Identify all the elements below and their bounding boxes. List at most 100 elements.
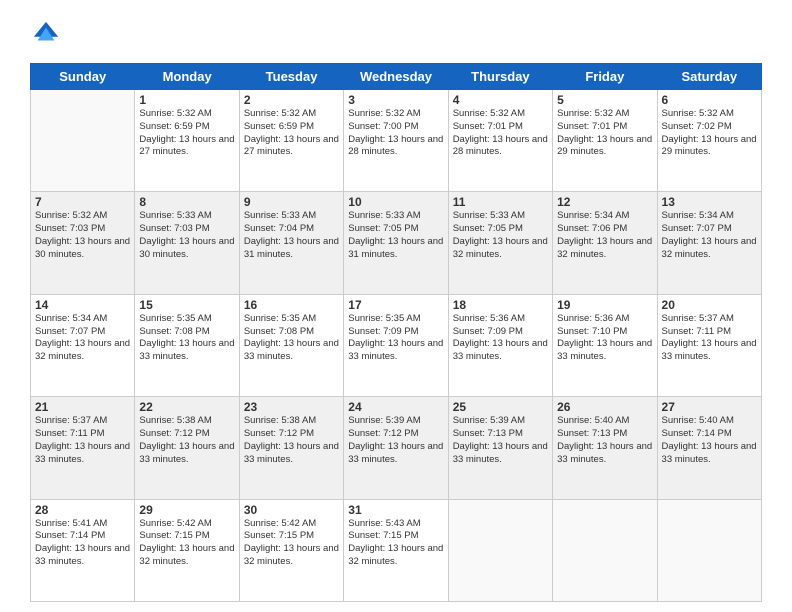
calendar-cell: 4Sunrise: 5:32 AMSunset: 7:01 PMDaylight… — [448, 90, 552, 192]
calendar-cell: 31Sunrise: 5:43 AMSunset: 7:15 PMDayligh… — [344, 499, 448, 601]
day-number: 31 — [348, 503, 443, 517]
sunrise-line: Sunrise: 5:32 AM — [348, 108, 443, 121]
calendar-cell: 30Sunrise: 5:42 AMSunset: 7:15 PMDayligh… — [239, 499, 343, 601]
sunset-line: Sunset: 7:02 PM — [662, 121, 757, 134]
day-number: 6 — [662, 93, 757, 107]
daylight-line: Daylight: 13 hours and 33 minutes. — [453, 338, 548, 364]
daylight-line: Daylight: 13 hours and 33 minutes. — [35, 441, 130, 467]
calendar-week-row: 7Sunrise: 5:32 AM Sunset: 7:03 PM Daylight… — [31, 192, 762, 294]
weekday-header-tuesday: Tuesday — [239, 64, 343, 90]
daylight-line: Daylight: 13 hours and 29 minutes. — [662, 134, 757, 160]
calendar-cell — [553, 499, 657, 601]
calendar-week-row: 21Sunrise: 5:37 AMSunset: 7:11 PMDayligh… — [31, 397, 762, 499]
daylight-line: Daylight: 13 hours and 32 minutes. — [139, 543, 234, 569]
calendar-cell: 21Sunrise: 5:37 AMSunset: 7:11 PMDayligh… — [31, 397, 135, 499]
logo-icon — [32, 20, 60, 48]
day-number: 22 — [139, 400, 234, 414]
daylight-line: Daylight: 13 hours and 33 minutes. — [244, 441, 339, 467]
calendar-cell: 12Sunrise: 5:34 AMSunset: 7:06 PMDayligh… — [553, 192, 657, 294]
daylight-line: Daylight: 13 hours and 33 minutes. — [35, 543, 130, 569]
daylight-line: Daylight: 13 hours and 33 minutes. — [139, 338, 234, 364]
calendar-table: SundayMondayTuesdayWednesdayThursdayFrid… — [30, 63, 762, 602]
header — [30, 20, 762, 53]
calendar-cell: 8Sunrise: 5:33 AMSunset: 7:03 PMDaylight… — [135, 192, 239, 294]
page: SundayMondayTuesdayWednesdayThursdayFrid… — [0, 0, 792, 612]
sunrise-line: Sunrise: 5:32 AM — [35, 210, 130, 223]
day-number: 21 — [35, 400, 130, 414]
sunrise-line: Sunrise: 5:40 AM — [557, 415, 652, 428]
sunset-line: Sunset: 7:08 PM — [244, 326, 339, 339]
sunrise-line: Sunrise: 5:34 AM — [35, 313, 130, 326]
sunset-line: Sunset: 7:15 PM — [244, 530, 339, 543]
sunset-line: Sunset: 7:13 PM — [453, 428, 548, 441]
calendar-cell: 22Sunrise: 5:38 AMSunset: 7:12 PMDayligh… — [135, 397, 239, 499]
sunrise-line: Sunrise: 5:41 AM — [35, 518, 130, 531]
calendar-cell: 10Sunrise: 5:33 AMSunset: 7:05 PMDayligh… — [344, 192, 448, 294]
day-number: 2 — [244, 93, 339, 107]
day-number: 15 — [139, 298, 234, 312]
daylight-line: Daylight: 13 hours and 33 minutes. — [662, 338, 757, 364]
sunset-line: Sunset: 7:11 PM — [35, 428, 130, 441]
calendar-cell: 1Sunrise: 5:32 AMSunset: 6:59 PMDaylight… — [135, 90, 239, 192]
daylight-line: Daylight: 13 hours and 31 minutes. — [244, 236, 339, 262]
daylight-line: Daylight: 13 hours and 28 minutes. — [348, 134, 443, 160]
day-number: 9 — [244, 195, 339, 209]
calendar-cell: 6Sunrise: 5:32 AMSunset: 7:02 PMDaylight… — [657, 90, 761, 192]
calendar-cell: 26Sunrise: 5:40 AMSunset: 7:13 PMDayligh… — [553, 397, 657, 499]
daylight-line: Daylight: 13 hours and 28 minutes. — [453, 134, 548, 160]
day-number: 11 — [453, 195, 548, 209]
calendar-cell: 17Sunrise: 5:35 AMSunset: 7:09 PMDayligh… — [344, 294, 448, 396]
calendar-cell: 7Sunrise: 5:32 AMSunset: 7:03 PMDaylight… — [31, 192, 135, 294]
day-number: 5 — [557, 93, 652, 107]
day-number: 24 — [348, 400, 443, 414]
sunset-line: Sunset: 7:12 PM — [244, 428, 339, 441]
sunset-line: Sunset: 7:11 PM — [662, 326, 757, 339]
day-number: 29 — [139, 503, 234, 517]
calendar-cell: 18Sunrise: 5:36 AMSunset: 7:09 PMDayligh… — [448, 294, 552, 396]
day-number: 23 — [244, 400, 339, 414]
sunset-line: Sunset: 7:03 PM — [139, 223, 234, 236]
weekday-header-friday: Friday — [553, 64, 657, 90]
weekday-header-saturday: Saturday — [657, 64, 761, 90]
sunrise-line: Sunrise: 5:32 AM — [662, 108, 757, 121]
daylight-line: Daylight: 13 hours and 33 minutes. — [557, 338, 652, 364]
sunset-line: Sunset: 7:10 PM — [557, 326, 652, 339]
sunrise-line: Sunrise: 5:39 AM — [453, 415, 548, 428]
daylight-line: Daylight: 13 hours and 33 minutes. — [244, 338, 339, 364]
daylight-line: Daylight: 13 hours and 32 minutes. — [348, 543, 443, 569]
day-number: 7 — [35, 195, 130, 209]
day-number: 1 — [139, 93, 234, 107]
weekday-header-wednesday: Wednesday — [344, 64, 448, 90]
daylight-line: Daylight: 13 hours and 27 minutes. — [244, 134, 339, 160]
sunset-line: Sunset: 7:09 PM — [348, 326, 443, 339]
day-number: 20 — [662, 298, 757, 312]
weekday-header-sunday: Sunday — [31, 64, 135, 90]
day-number: 16 — [244, 298, 339, 312]
calendar-cell: 20Sunrise: 5:37 AMSunset: 7:11 PMDayligh… — [657, 294, 761, 396]
sunset-line: Sunset: 7:07 PM — [35, 326, 130, 339]
sunrise-line: Sunrise: 5:43 AM — [348, 518, 443, 531]
sunset-line: Sunset: 7:04 PM — [244, 223, 339, 236]
calendar-cell: 13Sunrise: 5:34 AMSunset: 7:07 PMDayligh… — [657, 192, 761, 294]
sunset-line: Sunset: 7:14 PM — [35, 530, 130, 543]
sunset-line: Sunset: 7:15 PM — [348, 530, 443, 543]
sunset-line: Sunset: 7:15 PM — [139, 530, 234, 543]
sunset-line: Sunset: 7:07 PM — [662, 223, 757, 236]
day-number: 26 — [557, 400, 652, 414]
daylight-line: Daylight: 13 hours and 32 minutes. — [35, 338, 130, 364]
sunset-line: Sunset: 6:59 PM — [244, 121, 339, 134]
calendar-cell: 16Sunrise: 5:35 AMSunset: 7:08 PMDayligh… — [239, 294, 343, 396]
daylight-line: Daylight: 13 hours and 33 minutes. — [348, 441, 443, 467]
sunrise-line: Sunrise: 5:35 AM — [139, 313, 234, 326]
sunrise-line: Sunrise: 5:42 AM — [244, 518, 339, 531]
daylight-line: Daylight: 13 hours and 33 minutes. — [139, 441, 234, 467]
sunrise-line: Sunrise: 5:33 AM — [139, 210, 234, 223]
calendar-cell: 29Sunrise: 5:42 AMSunset: 7:15 PMDayligh… — [135, 499, 239, 601]
day-number: 10 — [348, 195, 443, 209]
daylight-line: Daylight: 13 hours and 33 minutes. — [662, 441, 757, 467]
daylight-line: Daylight: 13 hours and 33 minutes. — [557, 441, 652, 467]
sunset-line: Sunset: 7:08 PM — [139, 326, 234, 339]
sunset-line: Sunset: 7:12 PM — [348, 428, 443, 441]
calendar-cell: 25Sunrise: 5:39 AMSunset: 7:13 PMDayligh… — [448, 397, 552, 499]
sunset-line: Sunset: 7:01 PM — [557, 121, 652, 134]
